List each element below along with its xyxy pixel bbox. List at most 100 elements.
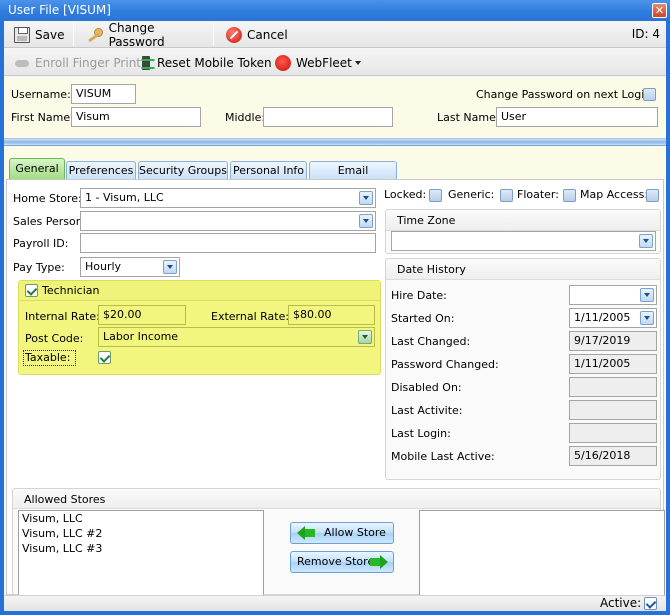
- home-store-value: 1 - Visum, LLC: [85, 191, 164, 204]
- tab-email-signature[interactable]: Email Signature: [309, 161, 397, 194]
- date-history-value: 1/11/2005: [574, 357, 631, 370]
- date-history-readonly-field: [569, 423, 657, 443]
- chevron-down-icon[interactable]: [359, 214, 373, 228]
- reset-mobile-token-button[interactable]: Reset Mobile Token: [130, 49, 272, 76]
- pay-type-value: Hourly: [85, 260, 122, 273]
- fingerprint-hand-icon: [14, 55, 30, 71]
- title-bar[interactable]: User File [VISUM] ✕: [0, 0, 670, 21]
- list-item[interactable]: Visum, LLC: [19, 511, 263, 526]
- main-toolbar: Save Change Password Cancel ID: 4: [4, 21, 666, 49]
- allowed-stores-header: Allowed Stores: [13, 489, 660, 509]
- home-store-select[interactable]: 1 - Visum, LLC: [80, 188, 376, 208]
- payroll-id-label: Payroll ID:: [13, 237, 69, 250]
- active-label: Active:: [600, 596, 642, 610]
- list-item[interactable]: Visum, LLC #3: [19, 541, 263, 556]
- chevron-down-icon[interactable]: [640, 288, 654, 302]
- technician-label: Technician: [42, 284, 100, 297]
- external-rate-input[interactable]: $80.00: [288, 305, 375, 325]
- arrow-right-icon: [370, 555, 388, 569]
- mobile-refresh-icon: [140, 55, 156, 71]
- chevron-down-icon[interactable]: [639, 234, 653, 248]
- allowed-stores-list[interactable]: Visum, LLC Visum, LLC #2 Visum, LLC #3: [18, 510, 264, 601]
- username-input[interactable]: VISUM: [71, 84, 136, 104]
- cancel-icon: [226, 26, 242, 43]
- date-history-readonly-field: 5/16/2018: [569, 446, 657, 466]
- last-name-input[interactable]: User: [496, 107, 658, 127]
- close-button[interactable]: ✕: [652, 3, 667, 18]
- time-zone-select[interactable]: [391, 231, 656, 251]
- time-zone-header: Time Zone: [386, 210, 660, 231]
- user-header-panel: Username: VISUM Change Password on next …: [4, 78, 666, 138]
- enroll-label: Enroll Finger Print: [35, 55, 142, 70]
- post-code-value: Labor Income: [103, 330, 179, 343]
- external-rate-label: External Rate:: [211, 310, 290, 323]
- enroll-finger-print-button[interactable]: Enroll Finger Print: [4, 49, 141, 76]
- remove-store-button[interactable]: Remove Store: [290, 551, 394, 573]
- secondary-toolbar: Enroll Finger Print Reset Mobile Token W…: [4, 49, 666, 76]
- webfleet-menu-button[interactable]: WebFleet: [265, 49, 361, 76]
- time-zone-panel: Time Zone: [385, 209, 661, 254]
- pay-type-select[interactable]: Hourly: [80, 257, 180, 277]
- reset-token-label: Reset Mobile Token: [157, 55, 272, 70]
- date-history-label: Password Changed:: [391, 358, 499, 371]
- panel-splitter[interactable]: [4, 138, 666, 146]
- home-store-label: Home Store:: [13, 192, 82, 205]
- dropdown-caret-icon: [354, 60, 361, 65]
- tab-preferences[interactable]: Preferences: [66, 161, 136, 180]
- date-history-label: Disabled On:: [391, 381, 462, 394]
- save-button[interactable]: Save: [4, 21, 73, 48]
- generic-checkbox[interactable]: [500, 189, 513, 202]
- status-bar: Active:: [4, 595, 666, 611]
- username-label: Username:: [11, 88, 71, 101]
- date-history-value: 1/11/2005: [574, 311, 631, 324]
- floater-checkbox[interactable]: [563, 189, 576, 202]
- locked-label: Locked:: [384, 188, 427, 201]
- allow-store-label: Allow Store: [324, 526, 386, 539]
- webfleet-label: WebFleet: [296, 55, 352, 70]
- date-history-label: Last Activite:: [391, 404, 463, 417]
- cancel-button[interactable]: Cancel: [216, 21, 296, 48]
- date-history-readonly-field: [569, 377, 657, 397]
- pay-type-label: Pay Type:: [13, 261, 65, 274]
- sales-person-select[interactable]: [80, 211, 376, 231]
- change-password-next-login-checkbox[interactable]: [643, 88, 656, 101]
- chevron-down-icon[interactable]: [358, 330, 372, 344]
- date-history-date-picker[interactable]: [569, 285, 657, 305]
- tab-general[interactable]: General: [9, 158, 65, 180]
- middle-name-label: Middle:: [225, 111, 266, 124]
- technician-checkbox[interactable]: [25, 284, 38, 297]
- allow-store-button[interactable]: Allow Store: [290, 522, 394, 544]
- date-history-readonly-field: 1/11/2005: [569, 354, 657, 374]
- date-history-header: Date History: [386, 259, 660, 280]
- save-icon: [14, 26, 30, 43]
- time-zone-title: Time Zone: [397, 214, 456, 227]
- internal-rate-input[interactable]: $20.00: [98, 305, 186, 325]
- middle-name-input[interactable]: [263, 107, 393, 127]
- save-label: Save: [35, 27, 65, 42]
- active-checkbox[interactable]: [644, 597, 657, 610]
- chevron-down-icon[interactable]: [359, 191, 373, 205]
- post-code-select[interactable]: Labor Income: [98, 327, 375, 347]
- taxable-checkbox[interactable]: [98, 351, 111, 364]
- locked-checkbox[interactable]: [429, 189, 442, 202]
- chevron-down-icon[interactable]: [163, 260, 177, 274]
- available-stores-list[interactable]: [419, 510, 665, 601]
- technician-group-header: Technician: [19, 281, 380, 301]
- date-history-label: Mobile Last Active:: [391, 450, 495, 463]
- change-password-button[interactable]: Change Password: [76, 21, 212, 49]
- webfleet-icon: [275, 54, 291, 71]
- chevron-down-icon[interactable]: [640, 311, 654, 325]
- date-history-panel: Date History Hire Date: Started On: 1/11/2…: [385, 258, 661, 480]
- post-code-label: Post Code:: [25, 332, 84, 345]
- map-access-checkbox[interactable]: [646, 189, 659, 202]
- tab-security-groups[interactable]: Security Groups: [138, 161, 228, 180]
- map-access-label: Map Access:: [580, 188, 649, 201]
- date-history-date-picker[interactable]: 1/11/2005: [569, 308, 657, 328]
- payroll-id-input[interactable]: [80, 233, 376, 253]
- general-tab-content: Home Store: 1 - Visum, LLC Sales Person:…: [6, 179, 665, 601]
- list-item[interactable]: Visum, LLC #2: [19, 526, 263, 541]
- tab-personal-info[interactable]: Personal Info: [230, 161, 307, 180]
- last-name-label: Last Name:: [437, 111, 500, 124]
- date-history-label: Started On:: [391, 312, 455, 325]
- first-name-input[interactable]: Visum: [71, 107, 201, 127]
